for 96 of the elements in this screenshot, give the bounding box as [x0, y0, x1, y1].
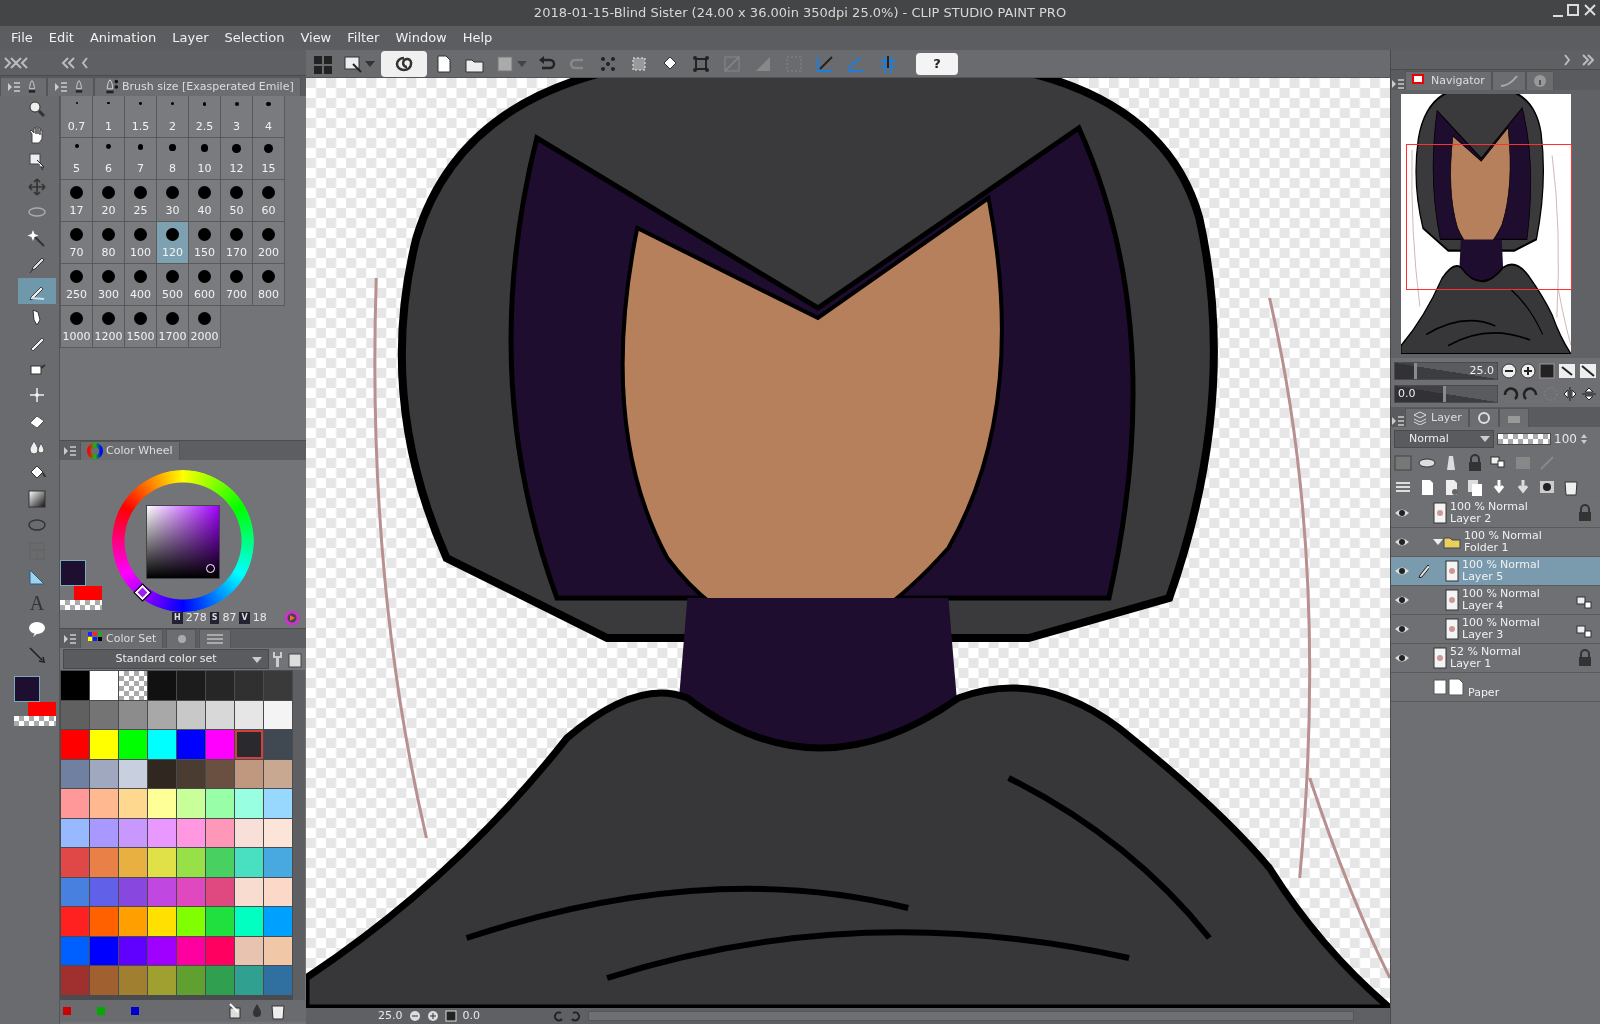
blend-mode-dropdown[interactable]: Normal [1394, 430, 1494, 448]
channel-value: 87 [222, 610, 237, 626]
brush-size-option[interactable]: 170 [221, 222, 253, 264]
channel-label: V [239, 612, 250, 625]
brush-size-option[interactable]: 200 [253, 222, 285, 264]
brush-size-option[interactable]: 2000 [189, 306, 221, 348]
brush-size-option[interactable]: 700 [221, 264, 253, 306]
brush-size-option[interactable]: 1 [93, 96, 125, 138]
menu-item[interactable]: Layer [164, 28, 217, 48]
menu-item[interactable]: Edit [40, 28, 82, 48]
brush-size-option[interactable]: 250 [61, 264, 93, 306]
opacity-value: 100 [1554, 431, 1577, 448]
brush-size-option[interactable]: 500 [157, 264, 189, 306]
layer-name: Folder 1 [1464, 542, 1510, 555]
layer-blend-mode: Normal [1499, 558, 1540, 571]
menu-item[interactable]: Animation [81, 28, 165, 48]
brush-size-option[interactable]: 0.7 [61, 96, 93, 138]
channel-value: 18 [252, 610, 267, 626]
layer-blend-mode: Normal [1480, 645, 1521, 658]
rotation-value: 0.0 [462, 1007, 480, 1024]
menu-item[interactable]: View [292, 28, 340, 48]
layer-blend-mode: Normal [1487, 500, 1528, 513]
brush-size-option[interactable]: 800 [253, 264, 285, 306]
tool-button[interactable]: A [18, 590, 56, 616]
brush-size-option[interactable]: 60 [253, 180, 285, 222]
layer-name: Paper [1468, 686, 1501, 700]
brush-size-option[interactable]: 2.5 [189, 96, 221, 138]
brush-size-option[interactable]: 70 [61, 222, 93, 264]
layer-name: Layer 5 [1462, 571, 1505, 584]
brush-size-option[interactable]: 1.5 [125, 96, 157, 138]
brush-size-option[interactable]: 25 [125, 180, 157, 222]
layer-row[interactable]: 100 % Normal Layer 5 [1391, 557, 1600, 586]
brush-size-option[interactable]: 120 [157, 222, 189, 264]
brush-size-option[interactable]: 300 [93, 264, 125, 306]
brush-size-option[interactable]: 1700 [157, 306, 189, 348]
zoom-slider[interactable]: 25.0 [1394, 362, 1498, 380]
layer-row[interactable]: 100 % Normal Folder 1 [1391, 528, 1600, 557]
menu-item[interactable]: Help [454, 28, 501, 48]
rotation-slider[interactable]: 0.0 [1394, 385, 1498, 403]
help-button[interactable]: ? [916, 52, 958, 75]
color-set-dropdown[interactable]: Standard color set [63, 649, 269, 669]
brush-size-option[interactable]: 17 [61, 180, 93, 222]
layer-opacity: 100 % [1462, 558, 1497, 571]
layer-name: Layer 2 [1450, 513, 1493, 526]
brush-size-option[interactable]: 3 [221, 96, 253, 138]
zoom-value: 25.0 [378, 1007, 403, 1024]
layer-opacity: 100 % [1462, 587, 1497, 600]
color-set-tab[interactable]: Color Set [80, 629, 164, 648]
brush-size-option[interactable]: 10 [189, 138, 221, 180]
layer-name: Layer 1 [1450, 658, 1493, 671]
brush-size-option[interactable]: 50 [221, 180, 253, 222]
brush-size-option[interactable]: 5 [61, 138, 93, 180]
layer-tab[interactable]: Layer [1405, 408, 1469, 427]
brush-size-option[interactable]: 100 [125, 222, 157, 264]
menu-item[interactable]: Window [387, 28, 455, 48]
brush-size-tab[interactable]: Brush size [Exasperated Emile] [94, 77, 301, 96]
navigator-tab[interactable]: Navigator [1405, 71, 1492, 90]
layer-row[interactable]: 100 % Normal Layer 2 [1391, 499, 1600, 528]
text-tool-icon: A [29, 593, 45, 613]
brush-size-option[interactable]: 40 [189, 180, 221, 222]
menu-item[interactable]: Selection [216, 28, 293, 48]
brush-size-option[interactable]: 8 [157, 138, 189, 180]
brush-size-option[interactable]: 2 [157, 96, 189, 138]
layer-opacity: 100 % [1464, 529, 1499, 542]
brush-size-option[interactable]: 6 [93, 138, 125, 180]
brush-size-option[interactable]: 12 [221, 138, 253, 180]
layer-name: Layer 3 [1462, 629, 1505, 642]
menu-item[interactable]: File [3, 28, 41, 48]
brush-size-option[interactable]: 30 [157, 180, 189, 222]
brush-size-option[interactable]: 600 [189, 264, 221, 306]
channel-label: H [172, 612, 183, 625]
layer-opacity: 52 % [1450, 645, 1478, 658]
color-wheel-tab[interactable]: Color Wheel [80, 441, 180, 460]
brush-size-option[interactable]: 1500 [125, 306, 157, 348]
channel-label: S [209, 612, 220, 625]
layer-opacity: 100 % [1462, 616, 1497, 629]
layer-opacity: 100 % [1450, 500, 1485, 513]
brush-size-option[interactable]: 7 [125, 138, 157, 180]
channel-value: 278 [185, 610, 207, 626]
brush-size-option[interactable]: 20 [93, 180, 125, 222]
brush-size-option[interactable]: 80 [93, 222, 125, 264]
brush-size-option[interactable]: 4 [253, 96, 285, 138]
layer-name: Layer 4 [1462, 600, 1505, 613]
layer-row[interactable]: 52 % Normal Layer 1 [1391, 644, 1600, 673]
layer-blend-mode: Normal [1499, 616, 1540, 629]
window-title: 2018-01-15-Blind Sister (24.00 x 36.00in 350dpi 25.0%) - CLIP STUDIO PAINT PRO [533, 4, 1067, 23]
brush-size-option[interactable]: 1000 [61, 306, 93, 348]
brush-size-option[interactable]: 400 [125, 264, 157, 306]
menu-item[interactable]: Filter [339, 28, 388, 48]
brush-size-option[interactable]: 15 [253, 138, 285, 180]
layer-blend-mode: Normal [1501, 529, 1542, 542]
brush-size-option[interactable]: 1200 [93, 306, 125, 348]
layer-row[interactable]: 100 % Normal Layer 4 [1391, 586, 1600, 615]
brush-size-option[interactable]: 150 [189, 222, 221, 264]
layer-blend-mode: Normal [1499, 587, 1540, 600]
layer-row[interactable]: 100 % Normal Layer 3 [1391, 615, 1600, 644]
